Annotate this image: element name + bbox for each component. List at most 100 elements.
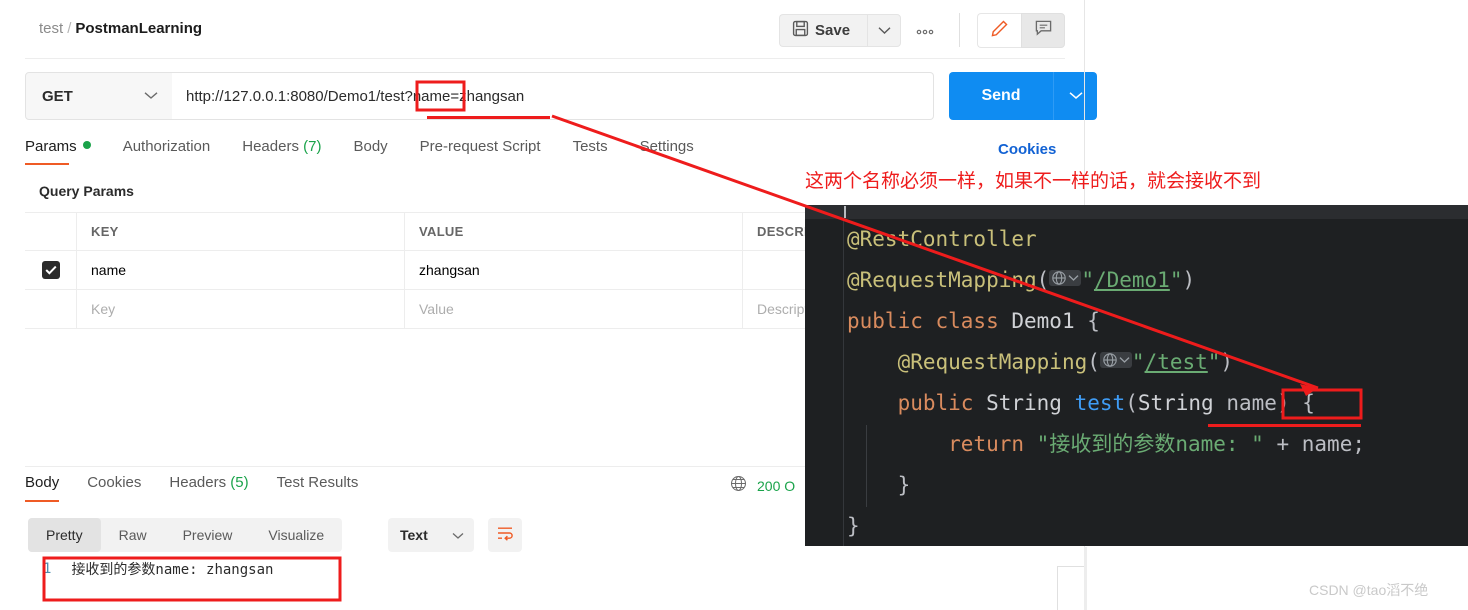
checkbox-checked-icon[interactable] (41, 261, 60, 279)
code-token: ) (1182, 268, 1196, 292)
breadcrumb-current[interactable]: PostmanLearning (75, 20, 202, 37)
chevron-down-icon (144, 87, 158, 105)
editor-caret (844, 206, 846, 218)
tab-body[interactable]: Body (353, 138, 387, 163)
response-tab-body[interactable]: Body (25, 474, 60, 502)
header-divider (25, 58, 1065, 59)
response-tab-headers-count: (5) (230, 474, 249, 491)
send-dropdown-button[interactable] (1053, 72, 1097, 120)
tab-pre-request-script[interactable]: Pre-request Script (420, 138, 541, 163)
toolbar-divider (959, 13, 960, 47)
code-token: public (897, 391, 987, 415)
cookies-link[interactable]: Cookies (998, 141, 1056, 158)
response-line-number: 1 (43, 561, 52, 577)
globe-mapping-icon[interactable] (1049, 270, 1082, 286)
breadcrumb-root[interactable]: test (39, 20, 63, 37)
code-token: test (1074, 391, 1126, 415)
response-tabs: Body Cookies Headers (5) Test Results (25, 474, 386, 502)
tab-settings[interactable]: Settings (640, 138, 694, 163)
code-line: public class Demo1 { (847, 301, 1468, 342)
edit-button[interactable] (977, 13, 1021, 48)
code-token: /Demo1 (1093, 268, 1170, 292)
code-editor-panel[interactable]: @RestController @RequestMapping("/Demo1")… (805, 205, 1468, 546)
code-token: } (847, 514, 860, 538)
globe-icon (730, 475, 747, 497)
header-cell-key: KEY (77, 213, 405, 250)
chevron-down-icon (878, 22, 891, 40)
code-token: name (1226, 391, 1277, 415)
code-line: @RestController (847, 219, 1468, 260)
http-method-select[interactable]: GET (25, 72, 173, 120)
code-token: @RequestMapping (847, 268, 1037, 292)
code-token: @RequestMapping (897, 350, 1088, 374)
code-token: ( (1125, 391, 1138, 415)
query-params-title: Query Params (39, 183, 134, 199)
code-token: " (1131, 350, 1145, 374)
code-line: public String test(String name) { (847, 383, 1468, 424)
breadcrumb-separator: / (67, 20, 72, 37)
code-line: } (847, 465, 1468, 506)
code-token: String (1137, 391, 1227, 415)
code-token: + (1263, 432, 1302, 456)
below-editor-box (1057, 566, 1085, 610)
editor-top-strip (805, 205, 1468, 219)
code-token: ( (1087, 350, 1100, 374)
code-token: " (1169, 268, 1183, 292)
row-value[interactable]: zhangsan (405, 251, 743, 289)
response-tab-cookies[interactable]: Cookies (87, 474, 141, 499)
placeholder-value[interactable]: Value (405, 290, 743, 328)
breadcrumb: test / PostmanLearning (39, 20, 202, 37)
header-cell-checkbox (25, 213, 77, 250)
tab-headers-label: Headers (242, 138, 299, 155)
wrap-lines-icon (496, 525, 514, 546)
more-options-button[interactable] (908, 14, 942, 47)
send-label: Send (981, 87, 1021, 104)
code-token: "接收到的参数name: " (1036, 432, 1264, 456)
editor-gutter (805, 219, 843, 546)
ellipsis-icon (915, 22, 935, 39)
response-tab-test-results[interactable]: Test Results (277, 474, 359, 499)
globe-mapping-icon[interactable] (1099, 352, 1132, 368)
format-visualize[interactable]: Visualize (250, 518, 342, 552)
code-line: return "接收到的参数name: " + name; (847, 424, 1468, 465)
request-tabs: Params Authorization Headers (7) Body Pr… (25, 138, 726, 170)
code-line: @RequestMapping("/test") (847, 342, 1468, 383)
format-raw[interactable]: Raw (101, 518, 165, 552)
screenshot-root: test / PostmanLearning Save GET http://1… (0, 0, 1468, 610)
row-checkbox-cell[interactable] (25, 251, 77, 289)
response-type-select[interactable]: Text (388, 518, 474, 552)
placeholder-key[interactable]: Key (77, 290, 405, 328)
comment-icon (1034, 19, 1053, 42)
status-code-text: 200 O (757, 478, 796, 494)
editor-code-area[interactable]: @RestController @RequestMapping("/Demo1")… (843, 219, 1468, 546)
response-body-text: 接收到的参数name: zhangsan (71, 562, 274, 578)
tab-tests[interactable]: Tests (573, 138, 608, 163)
code-token: Demo1 (1011, 309, 1075, 333)
code-token: String (986, 391, 1075, 415)
code-token: " (1207, 350, 1221, 374)
code-token: name (1301, 432, 1353, 456)
format-preview[interactable]: Preview (165, 518, 251, 552)
code-line: } (847, 506, 1468, 546)
row-key[interactable]: name (77, 251, 405, 289)
tab-params-label: Params (25, 138, 77, 155)
code-token: return (948, 432, 1037, 456)
tab-headers[interactable]: Headers (7) (242, 138, 321, 163)
wrap-lines-button[interactable] (488, 518, 522, 552)
code-token: } (847, 473, 911, 497)
send-button[interactable]: Send (949, 72, 1053, 120)
tab-params[interactable]: Params (25, 138, 91, 165)
placeholder-checkbox-cell[interactable] (25, 290, 77, 328)
response-tab-headers[interactable]: Headers (5) (169, 474, 248, 499)
save-button[interactable]: Save (779, 14, 867, 47)
format-pretty[interactable]: Pretty (28, 518, 101, 552)
response-format-group: Pretty Raw Preview Visualize (28, 518, 343, 552)
code-token: " (1081, 268, 1094, 292)
save-dropdown-button[interactable] (867, 14, 901, 47)
comment-button[interactable] (1021, 13, 1065, 48)
code-token: public class (847, 309, 1012, 333)
url-input[interactable]: http://127.0.0.1:8080/Demo1/test?name=zh… (172, 72, 934, 120)
tab-authorization[interactable]: Authorization (123, 138, 211, 163)
